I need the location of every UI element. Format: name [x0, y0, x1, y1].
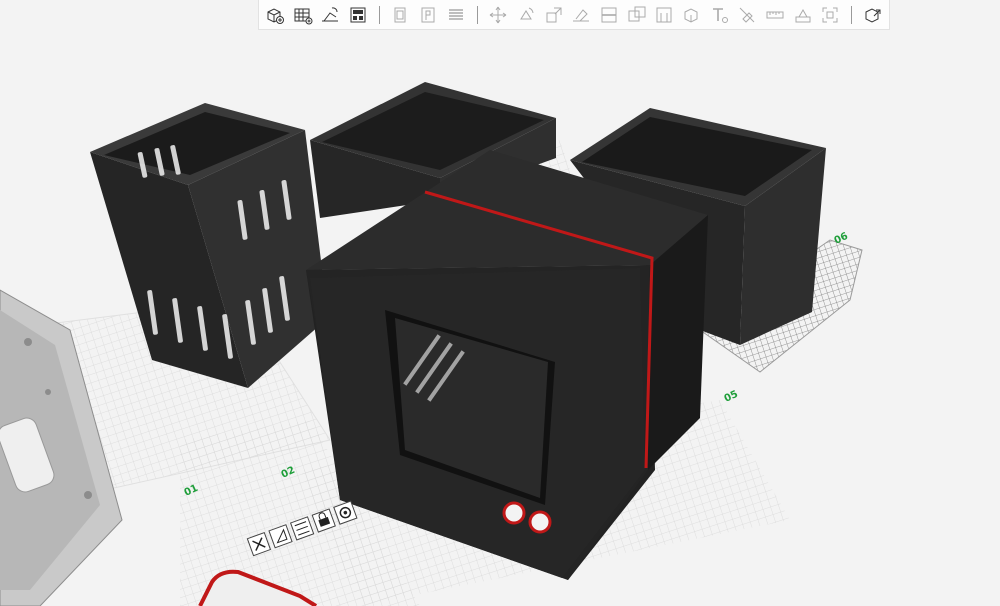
port-hole	[502, 501, 526, 525]
support-paint-icon[interactable]	[653, 3, 675, 27]
add-plate-icon[interactable]	[291, 3, 313, 27]
arrange-icon[interactable]	[347, 3, 369, 27]
auto-orient-icon[interactable]	[319, 3, 341, 27]
variable-layer-icon[interactable]	[862, 3, 884, 27]
add-object-icon[interactable]	[264, 3, 286, 27]
toolbar-separator	[476, 5, 478, 24]
assembly-icon[interactable]	[792, 3, 814, 27]
toolbar-separator	[851, 5, 853, 24]
copy-icon[interactable]	[389, 3, 411, 27]
text-icon[interactable]	[709, 3, 731, 27]
toolbar-separator	[378, 5, 380, 24]
scale-icon[interactable]	[543, 3, 565, 27]
rotate-icon[interactable]	[515, 3, 537, 27]
plate-label: 06	[833, 231, 850, 247]
plate-label: 05	[723, 389, 740, 405]
move-icon[interactable]	[487, 3, 509, 27]
port-hole	[528, 510, 552, 534]
layers-icon[interactable]	[445, 3, 467, 27]
3d-viewport[interactable]: 01 02 05 06	[0, 0, 1000, 606]
main-toolbar	[258, 0, 890, 30]
seam-paint-icon[interactable]	[681, 3, 703, 27]
paste-icon[interactable]	[417, 3, 439, 27]
boolean-icon[interactable]	[626, 3, 648, 27]
lay-on-face-icon[interactable]	[570, 3, 592, 27]
color-paint-icon[interactable]	[736, 3, 758, 27]
cut-icon[interactable]	[598, 3, 620, 27]
measure-icon[interactable]	[764, 3, 786, 27]
fit-view-icon[interactable]	[819, 3, 841, 27]
